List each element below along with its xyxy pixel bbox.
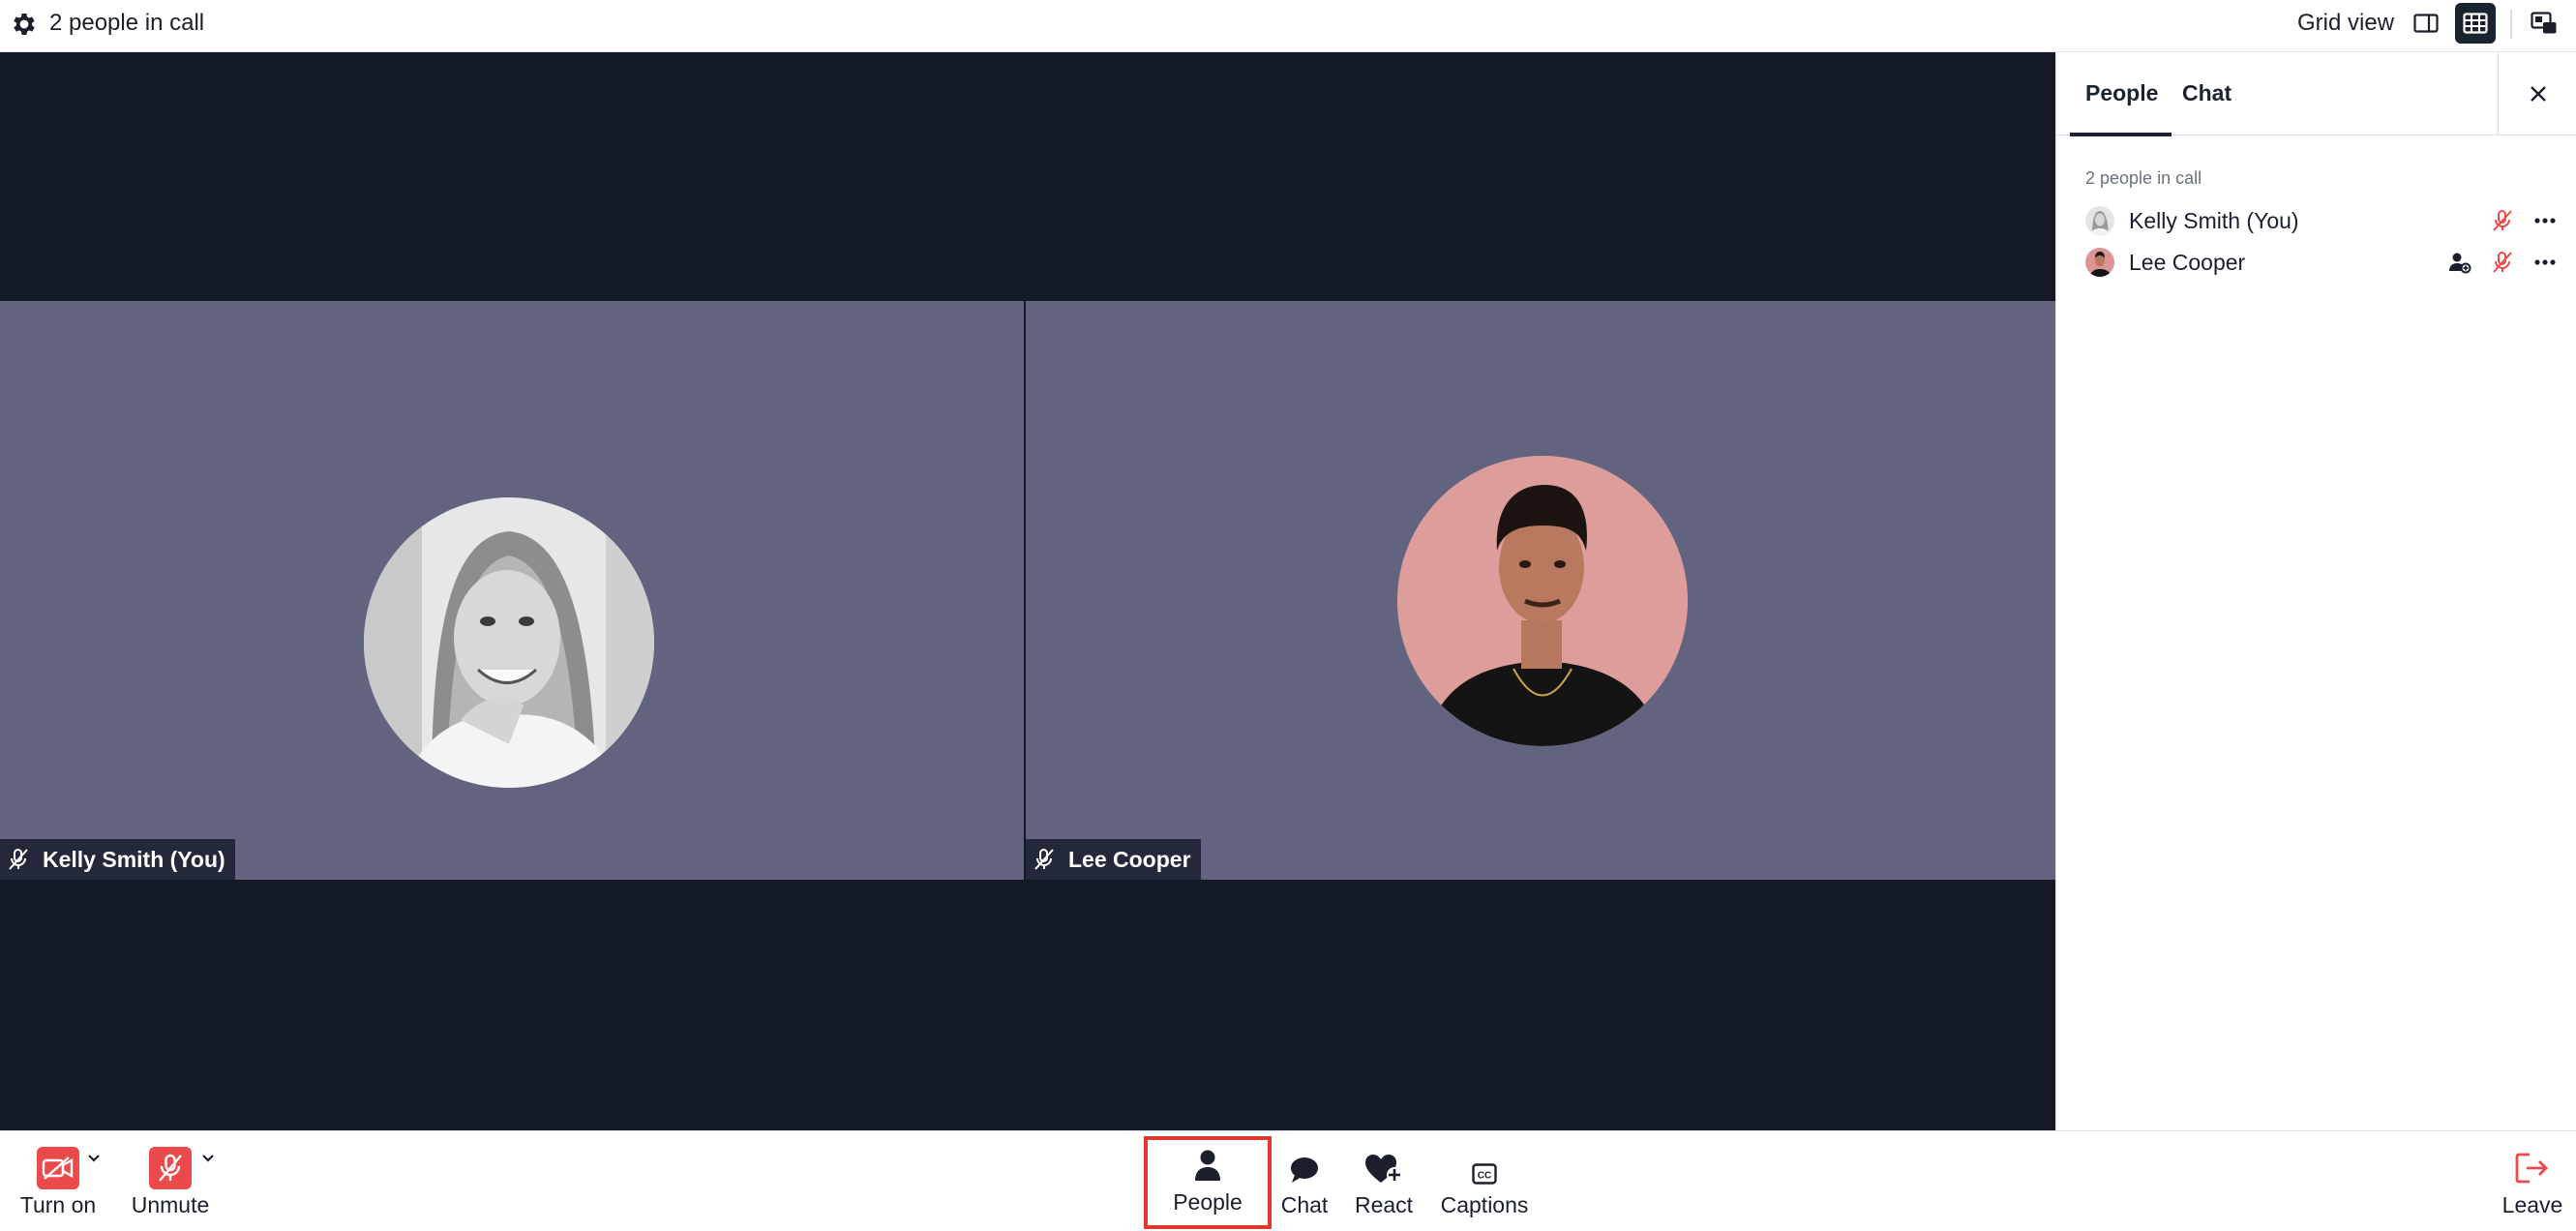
heart-plus-icon <box>1364 1154 1403 1189</box>
camera-toggle-label: Turn on <box>19 1192 97 1217</box>
mic-muted-icon <box>2488 206 2517 235</box>
participant-row[interactable]: Kelly Smith (You) <box>2085 201 2560 240</box>
grid-layout-icon[interactable] <box>2455 3 2496 44</box>
avatar <box>2085 248 2114 277</box>
tab-people[interactable]: People <box>2069 52 2172 136</box>
chat-bubble-icon <box>1289 1156 1320 1189</box>
participant-count-label: 2 people in call <box>2085 168 2202 188</box>
video-stage: Kelly Smith (You) Lee Cooper <box>0 52 2055 1130</box>
toolbar-divider <box>2510 10 2512 39</box>
sidebar-layout-icon[interactable] <box>2406 3 2446 44</box>
camera-off-icon <box>37 1147 79 1189</box>
participant-name-tag: Lee Cooper <box>1026 839 1201 880</box>
captions-button-label: Captions <box>1440 1192 1529 1217</box>
captions-button[interactable]: CC Captions <box>1438 1131 1531 1231</box>
mic-muted-icon <box>8 848 29 871</box>
participant-name-tag: Kelly Smith (You) <box>0 839 235 880</box>
more-options-icon[interactable] <box>2531 206 2560 235</box>
person-icon <box>1193 1149 1222 1186</box>
chevron-down-icon[interactable] <box>201 1151 215 1168</box>
react-button-label: React <box>1354 1192 1414 1217</box>
people-panel: People Chat 2 people in call Kelly Smith… <box>2055 52 2576 1130</box>
closed-captions-icon: CC <box>1472 1163 1497 1189</box>
participant-name: Lee Cooper <box>1068 846 1191 872</box>
participant-name: Kelly Smith (You) <box>2129 207 2299 233</box>
mic-toggle-button[interactable]: Unmute <box>122 1131 219 1231</box>
panel-tabs: People Chat <box>2056 52 2576 136</box>
video-tile-lee[interactable]: Lee Cooper <box>1026 301 2055 880</box>
top-bar: 2 people in call Grid view <box>0 0 2576 52</box>
call-status-title: 2 people in call <box>49 10 205 36</box>
tab-chat[interactable]: Chat <box>2182 52 2232 135</box>
mic-toggle-label: Unmute <box>131 1192 210 1217</box>
close-panel-button[interactable] <box>2498 52 2576 135</box>
camera-toggle-button[interactable]: Turn on <box>10 1131 106 1231</box>
view-mode-label: Grid view <box>2297 10 2395 36</box>
avatar <box>2085 206 2114 235</box>
people-button[interactable]: People <box>1144 1136 1272 1229</box>
participant-name: Lee Cooper <box>2129 249 2246 275</box>
mic-muted-icon <box>1033 848 1055 871</box>
avatar <box>364 497 654 788</box>
chat-button[interactable]: Chat <box>1277 1131 1332 1231</box>
leave-button[interactable]: Leave <box>2499 1131 2566 1231</box>
picture-in-picture-icon[interactable] <box>2524 3 2564 44</box>
participant-row[interactable]: Lee Cooper <box>2085 243 2560 282</box>
leave-icon <box>2515 1152 2550 1189</box>
leave-button-label: Leave <box>2501 1192 2563 1217</box>
avatar <box>1397 456 1688 746</box>
gear-icon[interactable] <box>10 10 39 39</box>
react-button[interactable]: React <box>1353 1131 1415 1231</box>
bottom-toolbar: Turn on Unmute People Chat React CC Capt… <box>0 1130 2576 1231</box>
participant-name: Kelly Smith (You) <box>43 846 225 872</box>
video-tile-kelly[interactable]: Kelly Smith (You) <box>0 301 1024 880</box>
chevron-down-icon[interactable] <box>87 1151 101 1168</box>
chat-button-label: Chat <box>1280 1192 1329 1217</box>
more-options-icon[interactable] <box>2531 248 2560 277</box>
mic-muted-icon <box>149 1147 192 1189</box>
promote-user-icon[interactable] <box>2445 248 2474 277</box>
close-icon <box>2530 86 2546 102</box>
mic-muted-icon <box>2488 248 2517 277</box>
svg-text:CC: CC <box>1478 1171 1491 1182</box>
people-button-label: People <box>1173 1189 1243 1215</box>
